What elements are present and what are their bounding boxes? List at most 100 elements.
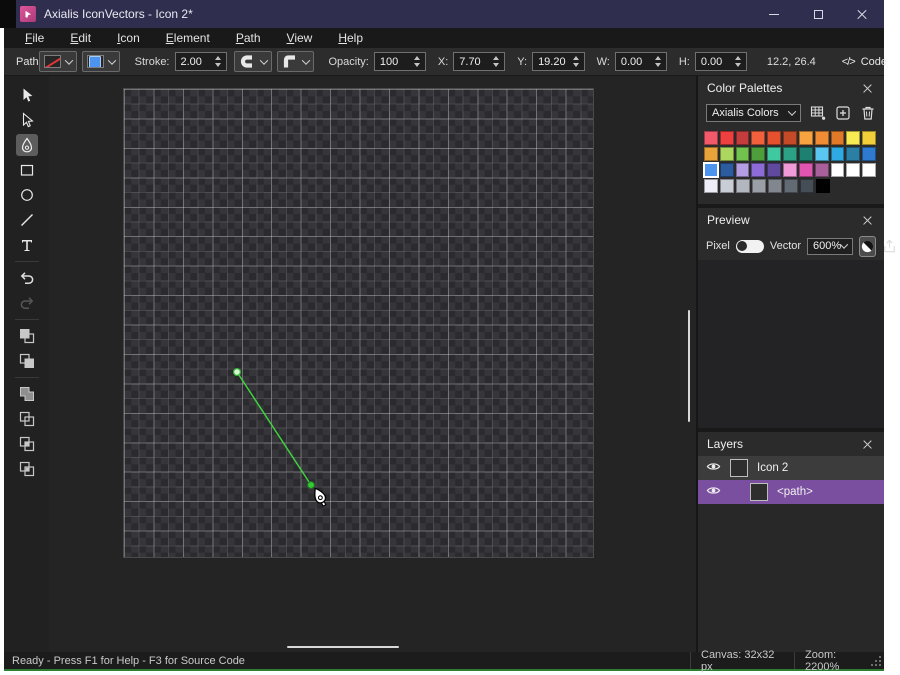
x-stepper[interactable]: 7.70 (453, 52, 505, 71)
close-panel-button[interactable] (861, 437, 875, 451)
stroke-color-dropdown[interactable] (39, 51, 77, 72)
y-stepper[interactable]: 19.20 (532, 52, 585, 71)
stroke-width-stepper[interactable]: 2.00 (175, 52, 227, 71)
menu-icon[interactable]: Icon (104, 31, 153, 45)
background-contrast-button[interactable] (859, 236, 876, 257)
layer-row[interactable]: <path> (698, 480, 884, 504)
union-button[interactable] (16, 383, 38, 405)
color-swatch[interactable] (799, 163, 813, 177)
add-palette-button[interactable] (835, 105, 851, 122)
color-swatch[interactable] (767, 147, 781, 161)
visibility-toggle[interactable] (706, 483, 721, 501)
undo-button[interactable] (16, 267, 38, 289)
color-swatch[interactable] (736, 147, 750, 161)
export-preview-button[interactable] (882, 238, 897, 255)
color-swatch[interactable] (720, 147, 734, 161)
color-swatch[interactable] (799, 131, 813, 145)
select-tool[interactable] (16, 84, 38, 106)
color-swatch[interactable] (704, 179, 718, 193)
color-swatch[interactable] (846, 147, 860, 161)
exclude-button[interactable] (16, 458, 38, 480)
stepper-arrows[interactable] (733, 56, 743, 67)
color-swatch[interactable] (816, 179, 830, 193)
direct-select-tool[interactable] (16, 109, 38, 131)
color-swatch[interactable] (815, 163, 829, 177)
menu-file[interactable]: File (12, 31, 57, 45)
color-swatch[interactable] (736, 179, 750, 193)
menu-element[interactable]: Element (153, 31, 223, 45)
line-cap-dropdown[interactable] (234, 51, 272, 72)
color-swatch[interactable] (784, 179, 798, 193)
color-swatch[interactable] (768, 179, 782, 193)
h-stepper[interactable]: 0.00 (695, 52, 747, 71)
color-swatch[interactable] (831, 131, 845, 145)
pen-tool[interactable] (16, 134, 38, 156)
pixel-vector-toggle[interactable] (736, 240, 764, 253)
drawing-canvas[interactable] (123, 88, 594, 558)
w-stepper[interactable]: 0.00 (615, 52, 667, 71)
maximize-button[interactable] (796, 0, 840, 28)
color-swatch[interactable] (752, 179, 766, 193)
line-join-dropdown[interactable] (277, 51, 314, 72)
opacity-stepper[interactable]: 100 (374, 52, 426, 71)
layer-row[interactable]: Icon 2 (698, 456, 884, 480)
ellipse-tool[interactable] (16, 184, 38, 206)
menu-path[interactable]: Path (223, 31, 274, 45)
color-swatch[interactable] (800, 179, 814, 193)
minimize-button[interactable] (752, 0, 796, 28)
stepper-arrows[interactable] (571, 56, 581, 67)
color-swatch[interactable] (831, 163, 845, 177)
stepper-arrows[interactable] (213, 56, 223, 67)
visibility-toggle[interactable] (706, 459, 721, 477)
color-swatch[interactable] (704, 163, 718, 177)
color-swatch[interactable] (767, 163, 781, 177)
bring-forward-button[interactable] (16, 325, 38, 347)
menu-help[interactable]: Help (325, 31, 376, 45)
color-swatch[interactable] (704, 147, 718, 161)
rectangle-tool[interactable] (16, 159, 38, 181)
close-panel-button[interactable] (861, 213, 875, 227)
intersect-button[interactable] (16, 433, 38, 455)
fill-color-dropdown[interactable] (82, 51, 120, 72)
subtract-button[interactable] (16, 408, 38, 430)
menu-edit[interactable]: Edit (57, 31, 104, 45)
color-swatch[interactable] (751, 163, 765, 177)
redo-button[interactable] (16, 292, 38, 314)
code-view-button[interactable]: </> Code (842, 56, 887, 68)
delete-palette-button[interactable] (860, 105, 876, 122)
close-panel-button[interactable] (861, 81, 875, 95)
palette-grid-button[interactable] (810, 105, 826, 122)
color-swatch[interactable] (751, 147, 765, 161)
color-swatch[interactable] (862, 131, 876, 145)
color-swatch[interactable] (720, 179, 734, 193)
color-swatch[interactable] (767, 131, 781, 145)
color-swatch[interactable] (720, 163, 734, 177)
color-swatch[interactable] (815, 147, 829, 161)
anchor-point-start[interactable] (234, 369, 241, 376)
stepper-arrows[interactable] (491, 56, 501, 67)
text-tool[interactable] (16, 234, 38, 256)
color-swatch[interactable] (846, 163, 860, 177)
color-swatch[interactable] (815, 131, 829, 145)
close-button[interactable] (840, 0, 884, 28)
canvas-workspace[interactable] (49, 76, 696, 652)
palette-select[interactable]: Axialis Colors (706, 104, 801, 122)
send-backward-button[interactable] (16, 350, 38, 372)
color-swatch[interactable] (751, 131, 765, 145)
color-swatch[interactable] (846, 131, 860, 145)
color-swatch[interactable] (783, 147, 797, 161)
horizontal-scrollbar[interactable] (287, 646, 399, 648)
color-swatch[interactable] (704, 131, 718, 145)
color-swatch[interactable] (799, 147, 813, 161)
path-line[interactable] (237, 372, 311, 485)
menu-view[interactable]: View (274, 31, 326, 45)
color-swatch[interactable] (862, 163, 876, 177)
resize-grip[interactable] (870, 655, 882, 667)
line-tool[interactable] (16, 209, 38, 231)
color-swatch[interactable] (831, 147, 845, 161)
color-swatch[interactable] (783, 163, 797, 177)
color-swatch[interactable] (783, 131, 797, 145)
color-swatch[interactable] (862, 147, 876, 161)
vertical-scrollbar[interactable] (688, 310, 690, 422)
color-swatch[interactable] (736, 163, 750, 177)
